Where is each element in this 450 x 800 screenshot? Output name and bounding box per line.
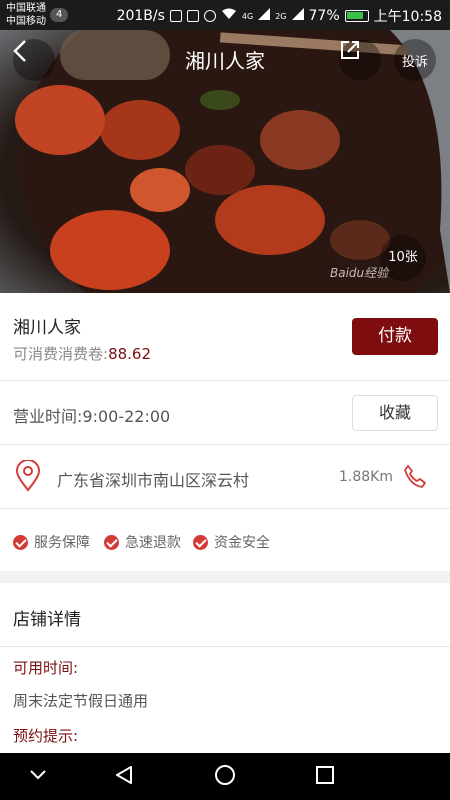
- status-icons: 201B/s 4G 2G 77% 上午10:58: [117, 6, 442, 26]
- page-title: 湘川人家: [185, 49, 265, 73]
- signal-2-label: 2G: [275, 11, 287, 21]
- report-button[interactable]: 投诉: [394, 39, 436, 81]
- carrier-info: 中国联通 中国移动: [6, 2, 46, 28]
- wifi-icon: [221, 8, 237, 24]
- vibrate-icon: [186, 10, 199, 22]
- carrier-2: 中国移动: [6, 16, 46, 27]
- voucher-amount: 88.62: [108, 345, 152, 363]
- notification-badge: 4: [50, 8, 69, 22]
- signal-1-icon: [258, 8, 271, 24]
- feature-fast-refund: 急速退款: [104, 532, 181, 552]
- check-icon: [193, 534, 208, 550]
- nav-recents-icon[interactable]: [313, 763, 337, 787]
- shop-name: 湘川人家: [13, 318, 81, 338]
- clock: 上午10:58: [373, 9, 442, 25]
- available-time-label: 可用时间:: [13, 659, 79, 677]
- booking-tip-label: 预约提示:: [13, 727, 79, 745]
- shop-details-body: 可用时间: 周末法定节假日通用 预约提示:: [0, 647, 450, 753]
- hours-row: 营业时间:9:00-22:00 收藏: [0, 381, 450, 445]
- pay-button[interactable]: 付款: [352, 318, 438, 355]
- feature-label: 服务保障: [34, 535, 90, 551]
- feature-service-guarantee: 服务保障: [13, 532, 90, 552]
- shop-photo[interactable]: 湘川人家 投诉 10张 Baidu经验: [0, 30, 450, 293]
- service-features: 服务保障 急速退款 资金安全: [0, 509, 450, 571]
- feature-label: 急速退款: [125, 535, 181, 551]
- details-title: 店铺详情: [13, 610, 81, 630]
- alarm-icon: [203, 10, 216, 22]
- shop-details-header: 店铺详情: [0, 583, 450, 647]
- nav-back-icon[interactable]: [112, 763, 136, 787]
- distance: 1.88Km: [339, 469, 393, 485]
- favorite-button[interactable]: 收藏: [352, 395, 438, 431]
- collapse-icon[interactable]: [28, 763, 48, 787]
- voucher-label: 可消费消费卷:: [13, 345, 109, 363]
- check-icon: [13, 534, 28, 550]
- voucher-info: 可消费消费卷:88.62: [13, 343, 151, 364]
- carrier-1: 中国联通: [6, 3, 46, 14]
- watermark: Baidu经验: [330, 266, 389, 280]
- battery-icon: [344, 10, 369, 22]
- shop-summary: 湘川人家 可消费消费卷:88.62 付款: [0, 293, 450, 381]
- location-pin-icon: [15, 460, 41, 492]
- signal-1-label: 4G: [241, 11, 254, 21]
- phone-icon[interactable]: [402, 463, 428, 489]
- location-row[interactable]: 广东省深圳市南山区深云村 1.88Km: [0, 445, 450, 509]
- business-hours: 营业时间:9:00-22:00: [13, 407, 171, 426]
- check-icon: [104, 534, 119, 550]
- battery-percent: 77%: [308, 8, 340, 24]
- feature-fund-security: 资金安全: [193, 532, 270, 552]
- status-bar: 中国联通 中国移动 4 201B/s 4G 2G 77% 上午10:58: [0, 0, 450, 30]
- available-time-value: 周末法定节假日通用: [13, 692, 149, 710]
- headphone-icon: [169, 10, 182, 22]
- network-speed: 201B/s: [116, 8, 165, 24]
- signal-2-icon: [291, 8, 304, 24]
- feature-label: 资金安全: [214, 535, 270, 551]
- address: 广东省深圳市南山区深云村: [57, 471, 250, 490]
- nav-home-icon[interactable]: [213, 763, 237, 787]
- share-button[interactable]: [339, 39, 381, 81]
- share-icon: [341, 41, 359, 59]
- system-nav-bar: [0, 753, 450, 800]
